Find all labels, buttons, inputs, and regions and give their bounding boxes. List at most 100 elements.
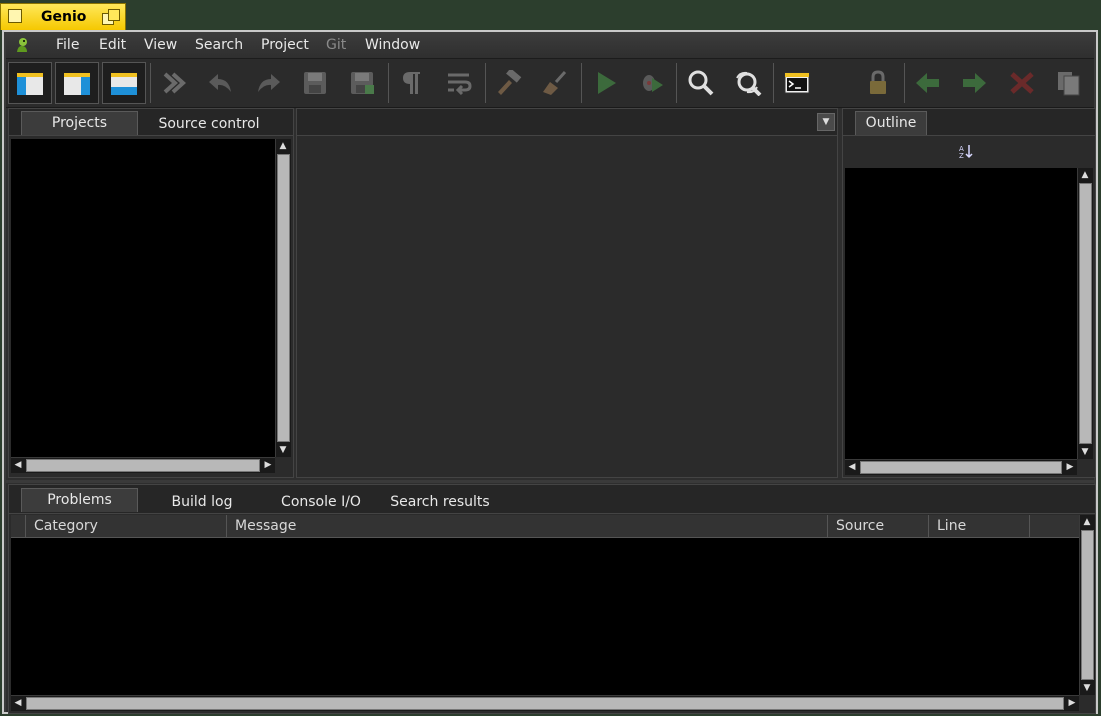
undo-icon <box>209 74 231 92</box>
lock-button[interactable] <box>856 62 900 104</box>
build-icon <box>498 70 522 95</box>
build-button[interactable] <box>487 62 531 104</box>
menu-search[interactable]: Search <box>195 37 243 53</box>
projects-tabstrip: Projects Source control <box>9 109 293 136</box>
sort-az-icon[interactable]: A Z <box>958 143 974 159</box>
window-tab[interactable]: Genio <box>0 3 126 30</box>
menu-project[interactable]: Project <box>261 37 309 53</box>
problems-list[interactable] <box>11 538 1079 695</box>
save-all-button[interactable] <box>340 62 384 104</box>
scroll-right-icon[interactable]: ▶ <box>261 458 275 472</box>
scroll-left-icon[interactable]: ◀ <box>845 460 859 474</box>
outline-tabstrip: Outline <box>843 109 1095 136</box>
column-source[interactable]: Source <box>828 515 929 537</box>
outline-hscrollbar[interactable]: ◀ ▶ <box>845 459 1077 475</box>
scroll-down-icon[interactable]: ▼ <box>276 443 290 457</box>
scroll-down-icon[interactable]: ▼ <box>1080 681 1094 695</box>
replace-icon <box>736 71 762 96</box>
column-message[interactable]: Message <box>227 515 828 537</box>
close-file-button[interactable] <box>1000 62 1044 104</box>
find-in-files-icon <box>163 72 186 94</box>
redo-button[interactable] <box>246 62 290 104</box>
save-all-icon <box>351 72 374 94</box>
find-in-files-button[interactable] <box>153 62 197 104</box>
find-icon <box>688 70 714 96</box>
toggle-outline-panel-button[interactable] <box>55 62 99 104</box>
tab-projects[interactable]: Projects <box>21 111 138 135</box>
run-button[interactable] <box>583 62 627 104</box>
window-close-icon[interactable] <box>8 9 22 23</box>
problems-hscrollbar[interactable]: ◀ ▶ <box>11 695 1079 711</box>
projects-hscrollbar[interactable]: ◀ ▶ <box>11 457 275 473</box>
save-icon <box>304 72 326 94</box>
terminal-button[interactable] <box>775 62 819 104</box>
debug-icon <box>643 75 663 92</box>
tab-build-log[interactable]: Build log <box>144 488 260 512</box>
problems-table-header: Category Message Source Line <box>11 515 1079 538</box>
chevron-down-icon: ▼ <box>822 117 830 127</box>
scroll-down-icon[interactable]: ▼ <box>1078 445 1092 459</box>
toggle-projects-panel-button[interactable] <box>8 62 52 104</box>
redo-icon <box>258 74 280 92</box>
svg-text:Z: Z <box>959 152 964 159</box>
scroll-up-icon[interactable]: ▲ <box>276 139 290 153</box>
menu-bar: File Edit View Search Project Git Window <box>6 32 1094 59</box>
clean-icon <box>543 70 567 95</box>
clean-button[interactable] <box>533 62 577 104</box>
forward-icon <box>963 73 986 93</box>
scroll-right-icon[interactable]: ▶ <box>1063 460 1077 474</box>
save-button[interactable] <box>293 62 337 104</box>
window-zoom-icon[interactable] <box>102 9 120 25</box>
output-panel: Problems Build log Console I/O Search re… <box>8 484 1096 714</box>
projects-vscrollbar[interactable]: ▲ ▼ <box>275 139 291 457</box>
genio-logo-icon[interactable] <box>14 37 30 53</box>
tab-source-control[interactable]: Source control <box>144 111 274 135</box>
column-category[interactable]: Category <box>26 515 227 537</box>
scroll-thumb[interactable] <box>277 154 290 442</box>
file-menu-button[interactable] <box>1047 62 1091 104</box>
scroll-thumb[interactable] <box>26 459 260 472</box>
menu-file[interactable]: File <box>56 37 79 53</box>
tab-outline[interactable]: Outline <box>855 111 927 135</box>
tab-console-io[interactable]: Console I/O <box>266 488 376 512</box>
scroll-right-icon[interactable]: ▶ <box>1065 696 1079 710</box>
debug-button[interactable] <box>629 62 673 104</box>
editor-tabstrip <box>297 109 837 136</box>
scroll-thumb[interactable] <box>1079 183 1092 444</box>
menu-view[interactable]: View <box>144 37 177 53</box>
horizontal-splitter[interactable] <box>6 480 1094 483</box>
line-wrap-icon <box>448 73 472 96</box>
menu-window[interactable]: Window <box>365 37 420 53</box>
outline-tree[interactable] <box>845 168 1077 459</box>
projects-panel: Projects Source control ▲ ▼ ◀ ▶ <box>8 108 294 478</box>
toggle-output-panel-button[interactable] <box>102 62 146 104</box>
scroll-left-icon[interactable]: ◀ <box>11 696 25 710</box>
projects-tree[interactable] <box>11 139 275 457</box>
scroll-up-icon[interactable]: ▲ <box>1078 168 1092 182</box>
back-button[interactable] <box>906 62 950 104</box>
editor-tab-menu-button[interactable]: ▼ <box>817 113 835 131</box>
column-line[interactable]: Line <box>929 515 1030 537</box>
line-wrap-button[interactable] <box>437 62 481 104</box>
window-title: Genio <box>41 9 87 25</box>
outline-vscrollbar[interactable]: ▲ ▼ <box>1077 168 1093 459</box>
back-icon <box>916 73 939 93</box>
find-button[interactable] <box>679 62 723 104</box>
scroll-up-icon[interactable]: ▲ <box>1080 515 1094 529</box>
scroll-thumb[interactable] <box>1081 530 1094 680</box>
problems-vscrollbar[interactable]: ▲ ▼ <box>1079 515 1095 695</box>
scroll-thumb[interactable] <box>26 697 1064 710</box>
scroll-thumb[interactable] <box>860 461 1062 474</box>
forward-button[interactable] <box>952 62 996 104</box>
menu-git[interactable]: Git <box>326 37 346 53</box>
toggle-output-panel-icon <box>111 73 137 95</box>
scroll-left-icon[interactable]: ◀ <box>11 458 25 472</box>
show-whitespace-button[interactable] <box>390 62 434 104</box>
tab-search-results[interactable]: Search results <box>382 488 498 512</box>
toggle-outline-panel-icon <box>64 73 90 95</box>
tab-problems[interactable]: Problems <box>21 488 138 512</box>
undo-button[interactable] <box>199 62 243 104</box>
menu-edit[interactable]: Edit <box>99 37 126 53</box>
app-window: File Edit View Search Project Git Window <box>2 30 1098 714</box>
replace-button[interactable] <box>726 62 770 104</box>
